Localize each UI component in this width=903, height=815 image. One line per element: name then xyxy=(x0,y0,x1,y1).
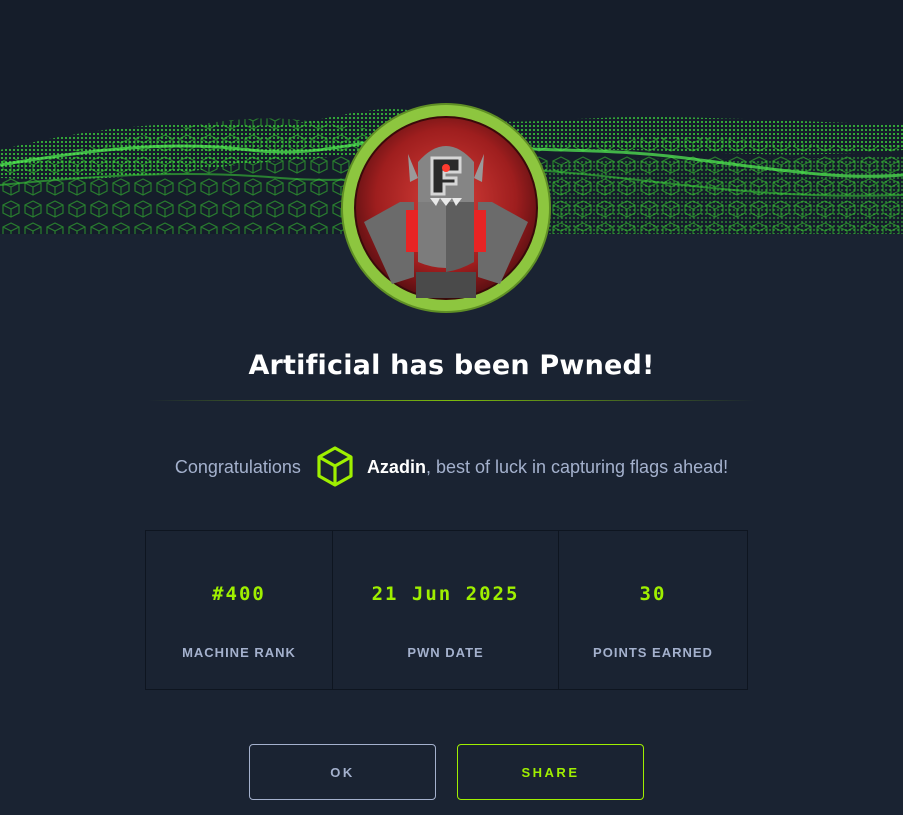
congrats-message: Congratulations Azadin , best of luck in… xyxy=(0,444,903,490)
stat-machine-rank: #400 MACHINE RANK xyxy=(146,531,333,689)
title-divider xyxy=(148,400,755,401)
share-button[interactable]: SHARE xyxy=(457,744,644,800)
page-title: Artificial has been Pwned! xyxy=(248,350,655,381)
congrats-prefix: Congratulations xyxy=(174,456,301,477)
machine-avatar xyxy=(340,102,552,314)
machine-rank-label: MACHINE RANK xyxy=(182,645,296,660)
stats-panel: #400 MACHINE RANK 21 Jun 2025 PWN DATE 3… xyxy=(145,530,748,690)
username-link[interactable]: Azadin xyxy=(367,457,426,478)
pwned-modal: Artificial has been Pwned! Congratulatio… xyxy=(0,0,903,815)
pwn-date-value: 21 Jun 2025 xyxy=(371,583,520,605)
points-earned-value: 30 xyxy=(639,583,667,605)
ok-button[interactable]: OK xyxy=(249,744,436,800)
machine-rank-value: #400 xyxy=(212,583,266,605)
stat-pwn-date: 21 Jun 2025 PWN DATE xyxy=(333,531,559,689)
congrats-suffix: , best of luck in capturing flags ahead! xyxy=(425,456,729,477)
green-cube-icon xyxy=(315,445,355,489)
stat-points-earned: 30 POINTS EARNED xyxy=(559,531,747,689)
pwn-date-label: PWN DATE xyxy=(407,645,484,660)
points-earned-label: POINTS EARNED xyxy=(593,645,713,660)
